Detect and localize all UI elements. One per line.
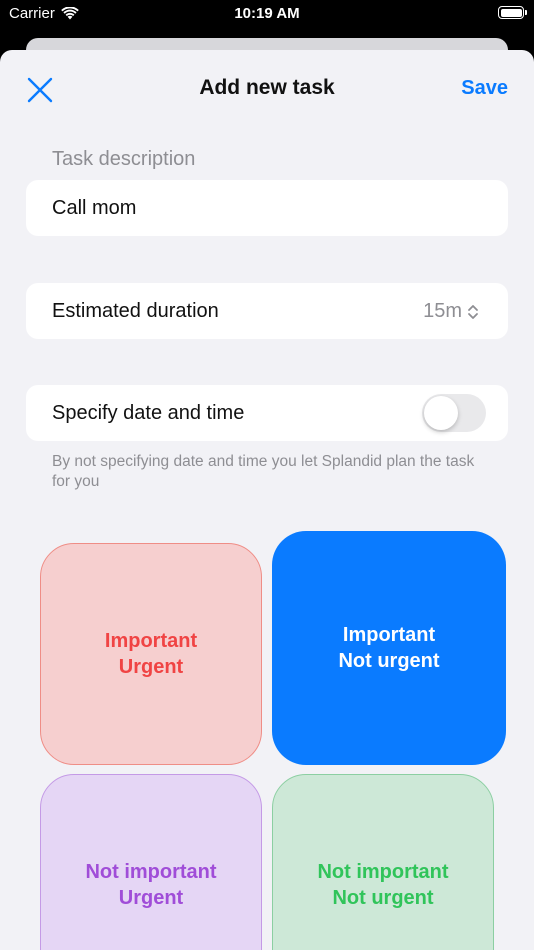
specify-date-row: Specify date and time bbox=[26, 385, 508, 441]
battery-icon bbox=[498, 6, 527, 19]
quadrant-not-important-urgent[interactable]: Not important Urgent bbox=[40, 774, 262, 950]
quadrant-not-important-not-urgent[interactable]: Not important Not urgent bbox=[272, 774, 494, 950]
estimated-duration-value: 15m bbox=[423, 300, 462, 322]
add-task-sheet: Add new task Save Task description Estim… bbox=[0, 50, 534, 950]
page-title: Add new task bbox=[199, 76, 335, 99]
quadrant-important-not-urgent[interactable]: Important Not urgent bbox=[272, 531, 506, 765]
toggle-knob bbox=[424, 396, 458, 430]
navigation-bar: Add new task Save bbox=[0, 50, 534, 128]
task-description-input[interactable] bbox=[52, 180, 482, 236]
chevron-up-down-icon bbox=[468, 304, 478, 319]
estimated-duration-row[interactable]: Estimated duration 15m bbox=[26, 283, 508, 339]
status-bar: Carrier 10:19 AM bbox=[0, 0, 534, 30]
quadrant-label: Important Not urgent bbox=[338, 624, 440, 672]
specify-date-label: Specify date and time bbox=[52, 402, 245, 424]
task-description-label: Task description bbox=[52, 148, 196, 170]
estimated-duration-picker[interactable]: 15m bbox=[423, 300, 480, 323]
schedule-hint: By not specifying date and time you let … bbox=[52, 453, 475, 490]
quadrant-important-urgent[interactable]: Important Urgent bbox=[40, 543, 262, 765]
quadrant-label: Not important Urgent bbox=[85, 861, 217, 909]
task-description-field bbox=[26, 180, 508, 236]
quadrant-label: Important Urgent bbox=[104, 630, 198, 678]
save-button[interactable]: Save bbox=[461, 77, 508, 100]
specify-date-toggle[interactable] bbox=[422, 394, 486, 432]
estimated-duration-label: Estimated duration bbox=[52, 300, 219, 322]
quadrant-label: Not important Not urgent bbox=[317, 861, 449, 909]
status-time: 10:19 AM bbox=[234, 5, 300, 22]
